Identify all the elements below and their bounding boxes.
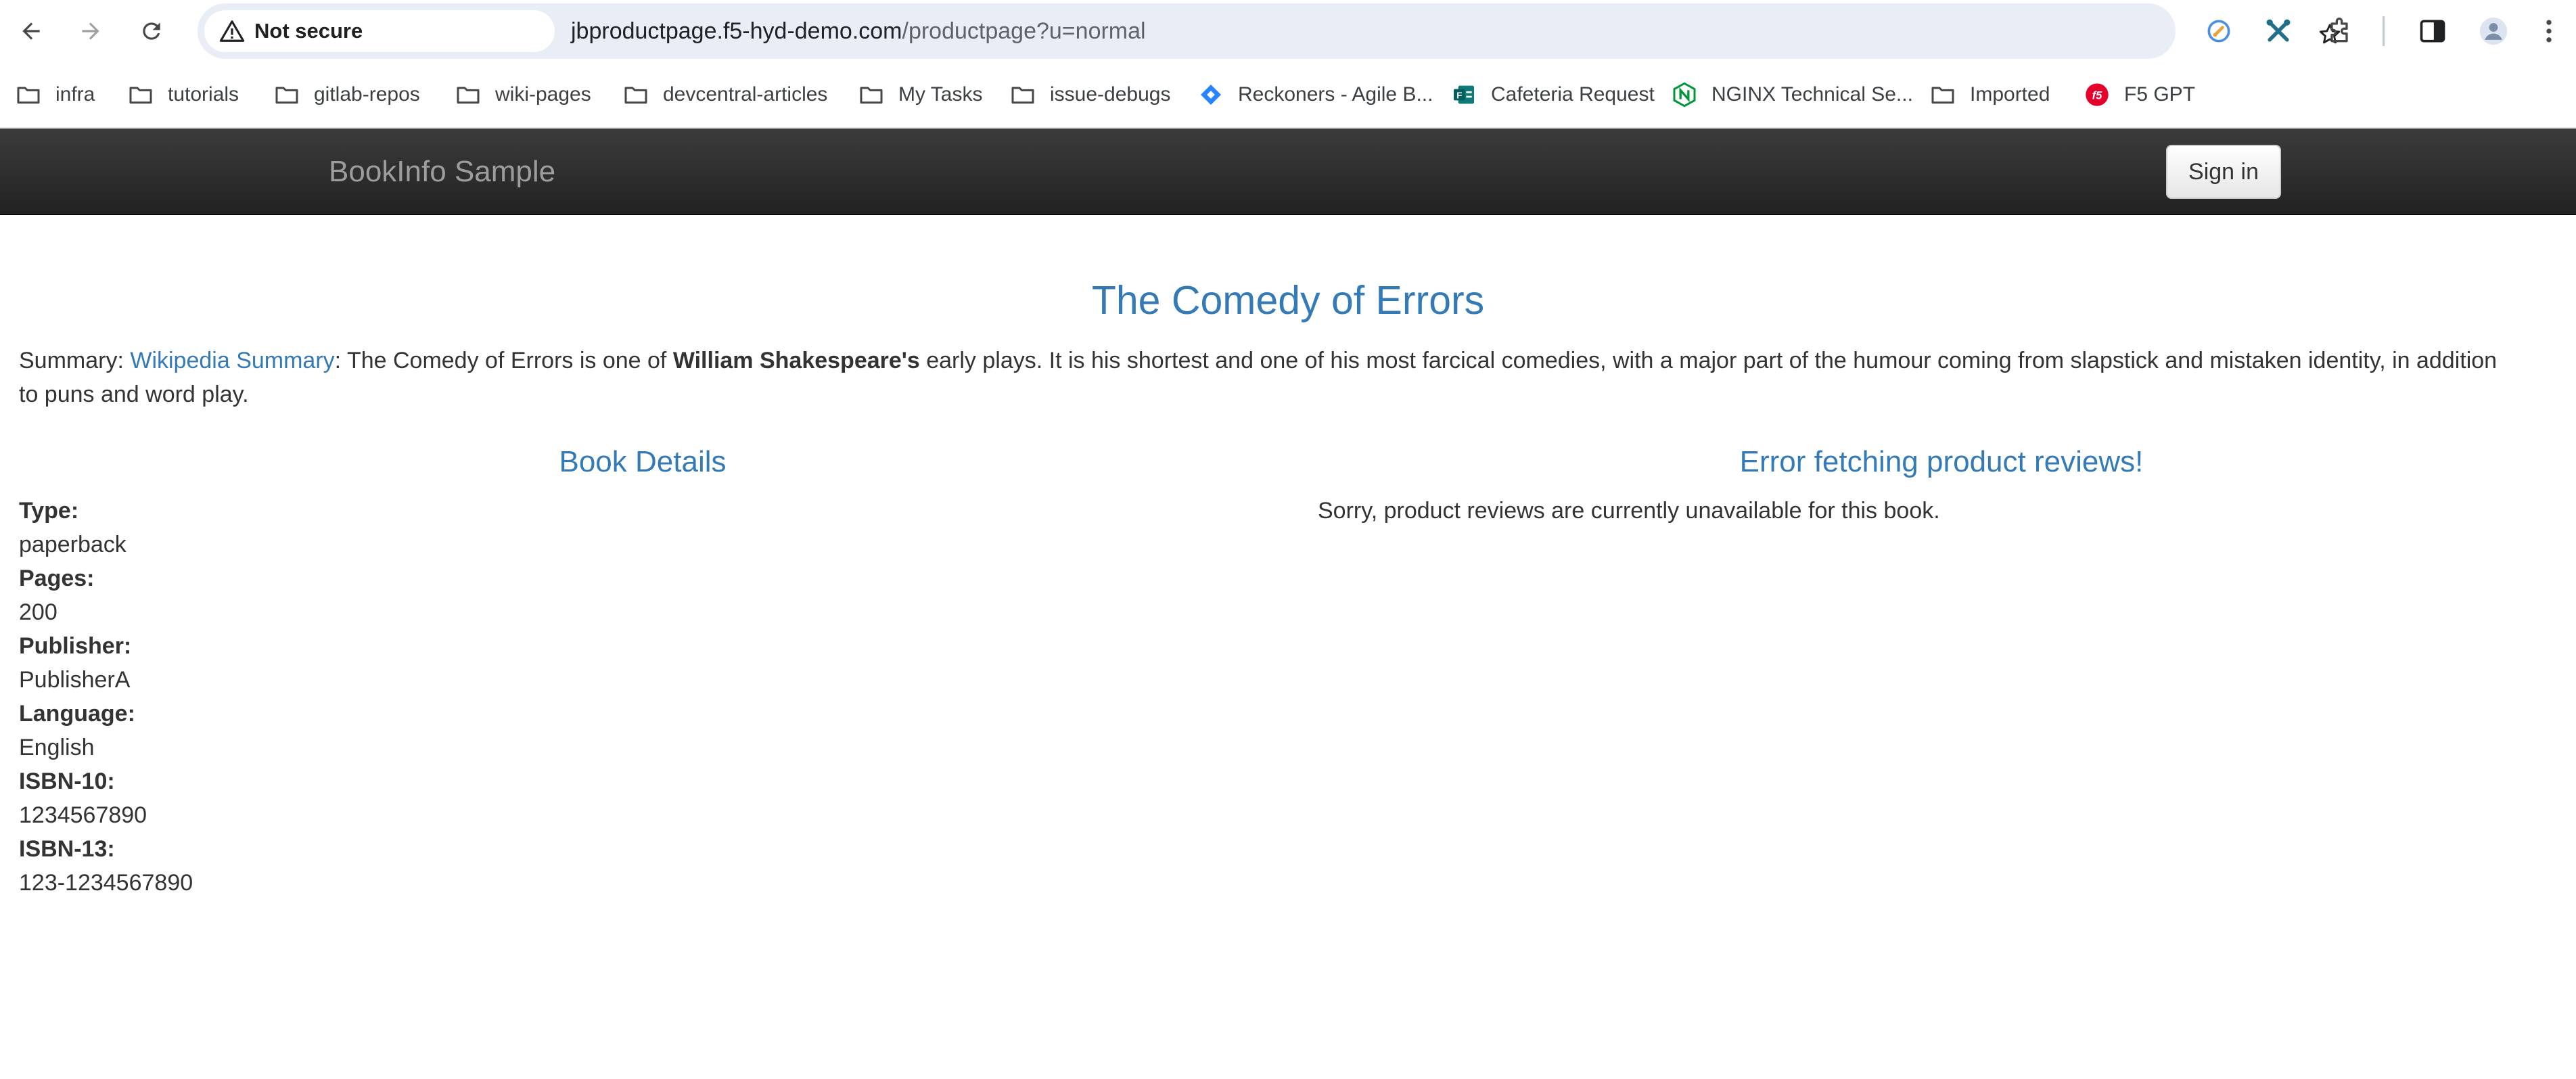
bookmark-tutorials[interactable]: tutorials — [127, 76, 239, 114]
bookmark-label: wiki-pages — [495, 83, 591, 106]
bookmark-label: My Tasks — [898, 83, 983, 106]
security-chip[interactable]: Not secure — [204, 10, 555, 52]
detail-label-isbn13: ISBN-13: — [19, 836, 115, 862]
product-title: The Comedy of Errors — [1091, 278, 1485, 323]
tools-extension-button[interactable] — [2258, 11, 2299, 51]
jira-icon — [1201, 85, 1221, 105]
bookmark-infra[interactable]: infra — [15, 76, 95, 114]
brand-link[interactable]: BookInfo Sample — [329, 129, 555, 215]
profile-avatar — [2479, 17, 2508, 45]
bookmark-issue-debugs[interactable]: issue-debugs — [1009, 76, 1170, 114]
browser-menu-button[interactable] — [2529, 11, 2569, 51]
browser-toolbar: Not secure jbproductpage.f5-hyd-demo.com… — [0, 0, 2576, 62]
bookmark-label: Imported — [1970, 83, 2050, 106]
svg-text:f5: f5 — [2092, 89, 2103, 102]
bookmark-f5-gpt[interactable]: f5 F5 GPT — [2084, 76, 2195, 114]
puzzle-icon — [2330, 18, 2348, 43]
detail-value-publisher: PublisherA — [19, 667, 131, 693]
folder-icon — [1011, 87, 1034, 104]
page-content: The Comedy of Errors Summary: Wikipedia … — [0, 215, 2576, 1079]
bookmark-gitlab-repos[interactable]: gitlab-repos — [273, 76, 420, 114]
sign-in-button[interactable]: Sign in — [2166, 145, 2281, 199]
book-details-list: Type: paperback Pages: 200 Publisher: Pu… — [19, 494, 193, 900]
folder-icon — [457, 87, 480, 104]
warning-icon — [219, 20, 245, 42]
nginx-icon — [1673, 82, 1696, 108]
bookmark-label: infra — [55, 83, 95, 106]
more-icon — [2546, 20, 2552, 43]
reviews-error-message: Sorry, product reviews are currently una… — [1318, 498, 1940, 524]
detail-label-language: Language: — [19, 701, 135, 727]
bookmark-label: tutorials — [168, 83, 239, 106]
detail-value-type: paperback — [19, 532, 127, 557]
url-host: jbproductpage.f5-hyd-demo.com — [571, 18, 902, 44]
folder-icon — [17, 87, 40, 104]
detail-value-isbn13: 123-1234567890 — [19, 870, 193, 896]
f5-icon: f5 — [2086, 83, 2109, 106]
security-label: Not secure — [254, 19, 363, 43]
detail-value-isbn10: 1234567890 — [19, 802, 147, 828]
url-text[interactable]: jbproductpage.f5-hyd-demo.com/productpag… — [571, 3, 1146, 59]
toolbar-separator — [2383, 16, 2385, 46]
folder-icon — [624, 87, 647, 104]
side-panel-button[interactable] — [2412, 11, 2453, 51]
bookmark-label: devcentral-articles — [663, 83, 828, 106]
detail-label-isbn10: ISBN-10: — [19, 768, 115, 794]
folder-icon — [860, 87, 883, 104]
bookmark-cafeteria-request[interactable]: F Cafeteria Request — [1450, 76, 1655, 114]
bookmark-label: Reckoners - Agile B... — [1238, 83, 1433, 106]
bookmark-my-tasks[interactable]: My Tasks — [858, 76, 982, 114]
side-panel-icon — [2420, 20, 2445, 43]
extension-button[interactable] — [2199, 11, 2239, 51]
detail-value-pages: 200 — [19, 599, 58, 625]
bookmark-label: Cafeteria Request — [1491, 83, 1655, 106]
extension-icon — [2207, 20, 2230, 43]
reviews-error-heading: Error fetching product reviews! — [1739, 445, 2144, 478]
back-icon — [22, 22, 40, 40]
address-bar[interactable]: Not secure jbproductpage.f5-hyd-demo.com… — [198, 3, 2341, 59]
summary-prefix: Summary: — [19, 348, 131, 373]
detail-label-pages: Pages: — [19, 566, 95, 591]
bookmark-reckoners[interactable]: Reckoners - Agile B... — [1197, 76, 1433, 114]
folder-icon — [275, 87, 298, 104]
folder-icon — [129, 87, 152, 104]
bookmark-nginx-technical[interactable]: NGINX Technical Se... — [1671, 76, 1913, 114]
bookmark-wiki-pages[interactable]: wiki-pages — [455, 76, 591, 114]
book-details-heading: Book Details — [559, 445, 727, 478]
profile-button[interactable] — [2473, 11, 2514, 51]
bookmark-label: issue-debugs — [1050, 83, 1171, 106]
summary-text: : The Comedy of Errors is one of — [334, 348, 673, 373]
svg-text:F: F — [1456, 91, 1462, 101]
forms-icon: F — [1454, 85, 1474, 104]
bookmark-label: gitlab-repos — [314, 83, 420, 106]
detail-value-language: English — [19, 735, 95, 760]
forward-icon — [82, 22, 99, 40]
bookmark-devcentral-articles[interactable]: devcentral-articles — [622, 76, 827, 114]
product-summary: Summary: Wikipedia Summary: The Comedy o… — [19, 344, 2522, 411]
wrench-icon — [2266, 19, 2291, 42]
extensions-menu-button[interactable] — [2319, 11, 2360, 51]
summary-author: William Shakespeare's — [672, 348, 920, 373]
bookmark-label: F5 GPT — [2124, 83, 2196, 106]
detail-label-type: Type: — [19, 498, 79, 524]
detail-label-publisher: Publisher: — [19, 633, 132, 659]
bookmark-label: NGINX Technical Se... — [1711, 83, 1913, 106]
app-navbar: BookInfo Sample Sign in — [0, 129, 2576, 215]
folder-icon — [1931, 87, 1954, 104]
bookmarks-bar: infra tutorials gitlab-repos wiki-pages … — [0, 62, 2576, 129]
wikipedia-summary-link[interactable]: Wikipedia Summary — [130, 348, 334, 373]
bookmark-imported[interactable]: Imported — [1929, 76, 2050, 114]
reload-button[interactable] — [130, 9, 173, 53]
reload-icon — [143, 22, 160, 40]
url-path: /productpage?u=normal — [902, 18, 1146, 44]
back-button[interactable] — [9, 9, 53, 53]
forward-button[interactable] — [69, 9, 112, 53]
